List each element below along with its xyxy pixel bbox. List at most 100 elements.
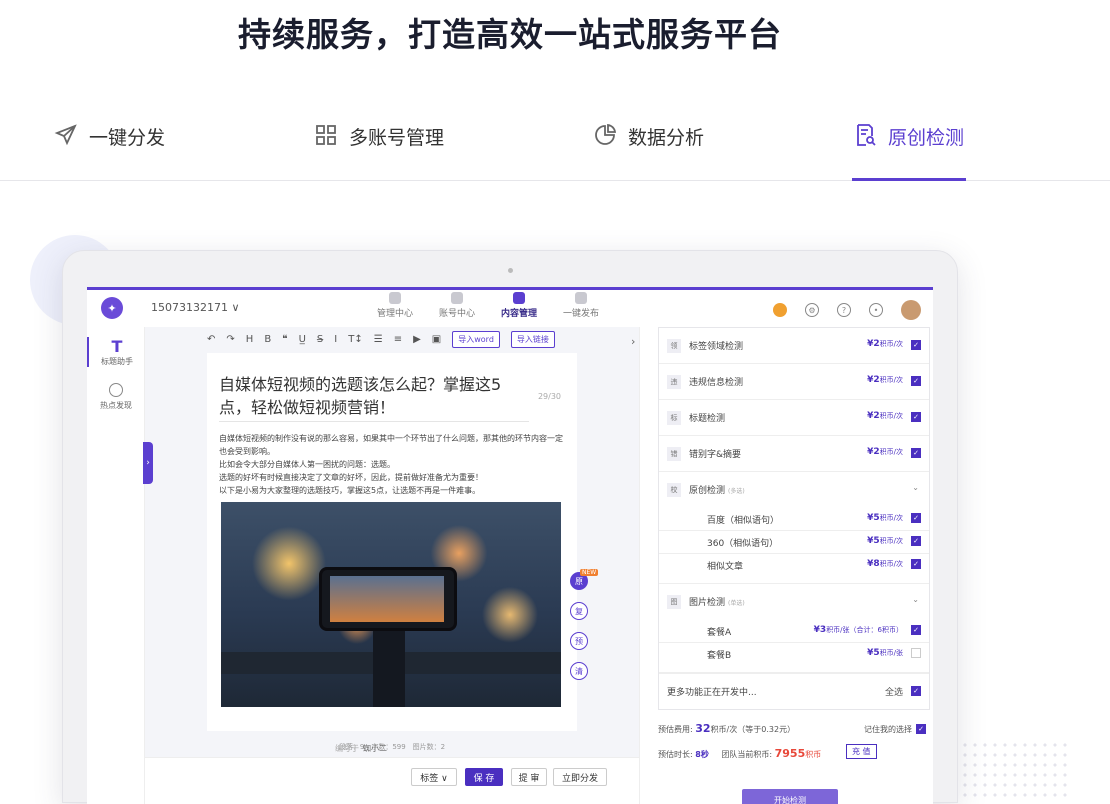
original-option[interactable]: 360（相似语句） ¥5积币/次 ✓	[659, 531, 929, 554]
image-option[interactable]: 套餐A ¥3积币/张（合计：6积币） ✓	[659, 620, 929, 643]
nav-one-click-publish[interactable]: 一键发布	[563, 292, 599, 319]
new-badge: NEW	[580, 569, 599, 576]
preview-button[interactable]: 预	[570, 632, 588, 650]
laptop-mockup: ✦ 15073132171 ∨ 管理中心 账号中心 内容管理 一键发布 ⚙ ? …	[62, 250, 958, 804]
start-check-button[interactable]: 开始检测	[742, 789, 838, 804]
coin-icon[interactable]	[773, 303, 787, 317]
tab-multi-account[interactable]: 多账号管理	[313, 118, 444, 181]
checkbox[interactable]: ✓	[911, 559, 921, 569]
app-screen: ✦ 15073132171 ∨ 管理中心 账号中心 内容管理 一键发布 ⚙ ? …	[87, 287, 933, 804]
checkbox[interactable]: ✓	[911, 625, 921, 635]
check-row[interactable]: 违违规信息检测 ¥2积币/次 ✓	[659, 364, 929, 400]
article-body[interactable]: 自媒体短视频的制作没有说的那么容易，如果其中一个环节出了什么问题，那其他的环节内…	[219, 432, 564, 497]
detection-panel: 领标签领域检测 ¥2积币/次 ✓ 违违规信息检测 ¥2积币/次 ✓ 标标题检测 ¥2积币/…	[639, 327, 933, 804]
undo-icon[interactable]: ↶	[207, 334, 215, 345]
cost-estimate: 预估费用: 32积币/次（等于0.32元） 记住我的选择 ✓	[658, 722, 930, 735]
title-char-count: 29/30	[537, 392, 561, 401]
image-check-header[interactable]: 图图片检测 (单选) ⌄	[659, 584, 929, 620]
pie-chart-icon	[592, 122, 618, 148]
chevron-down-icon[interactable]: ⌄	[912, 595, 919, 604]
editor-side-tools: 原 复 预 清	[570, 572, 588, 680]
submit-review-button[interactable]: 提 审	[511, 768, 547, 786]
import-word-button[interactable]: 导入word	[452, 331, 500, 348]
checkbox[interactable]: ✓	[911, 513, 921, 523]
image-icon[interactable]: ▣	[432, 334, 441, 345]
check-type-icon: 标	[667, 411, 681, 425]
app-nav: 管理中心 账号中心 内容管理 一键发布	[377, 292, 599, 319]
document-search-icon	[852, 122, 878, 148]
quote-icon[interactable]: ❝	[282, 334, 287, 345]
article-title-input[interactable]: 自媒体短视频的选题该怎么起？掌握这5点，轻松做短视频营销！	[219, 373, 519, 419]
tab-data-analysis[interactable]: 数据分析	[592, 118, 704, 181]
author-line: 编写于 蜘小二	[335, 744, 387, 753]
nav-content-management[interactable]: 内容管理	[501, 292, 537, 319]
chevron-right-icon[interactable]: ›	[631, 335, 635, 348]
underline-icon[interactable]: U̲	[299, 334, 306, 345]
camera-dot	[508, 268, 513, 273]
tab-one-click-distribute[interactable]: 一键分发	[53, 118, 165, 181]
publish-now-button[interactable]: 立即分发	[553, 768, 607, 786]
remember-choice[interactable]: 记住我的选择	[864, 724, 912, 735]
checkbox[interactable]	[911, 648, 921, 658]
checkbox[interactable]: ✓	[911, 376, 921, 386]
tab-label: 一键分发	[89, 127, 166, 149]
article-editor: 自媒体短视频的选题该怎么起？掌握这5点，轻松做短视频营销！ 29/30 自媒体短…	[207, 353, 577, 751]
check-row[interactable]: 标标题检测 ¥2积币/次 ✓	[659, 400, 929, 436]
remember-checkbox[interactable]: ✓	[916, 724, 926, 734]
bold-icon[interactable]: B	[264, 334, 271, 345]
title-divider	[219, 421, 529, 422]
article-stats: 段落：9 字数：599 图片数：2	[338, 743, 446, 751]
tag-dropdown[interactable]: 标签 ∨	[411, 768, 457, 786]
video-icon[interactable]: ▶	[413, 334, 421, 345]
nav-account-center[interactable]: 账号中心	[439, 292, 475, 319]
header-actions: ⚙ ? •	[773, 300, 921, 320]
title-assistant[interactable]: T 标题助手	[87, 337, 145, 367]
strikethrough-icon[interactable]: S̶	[317, 334, 323, 345]
text-size-icon[interactable]: T↕	[348, 334, 363, 345]
check-type-icon: 违	[667, 375, 681, 389]
tab-original-check[interactable]: 原创检测	[852, 118, 966, 181]
compass-icon	[109, 383, 123, 397]
original-check-header[interactable]: 校原创检测 (多选) ⌄	[659, 472, 929, 508]
image-option[interactable]: 套餐B ¥5积币/张	[659, 643, 929, 673]
original-option[interactable]: 相似文章 ¥8积币/次 ✓	[659, 554, 929, 584]
check-row[interactable]: 领标签领域检测 ¥2积币/次 ✓	[659, 328, 929, 364]
align-icon[interactable]: ≡	[394, 334, 402, 345]
account-switcher[interactable]: 15073132171 ∨	[151, 301, 240, 314]
photo-phone	[319, 567, 457, 631]
list-icon[interactable]: ☰	[374, 334, 383, 345]
recharge-button[interactable]: 充 值	[846, 744, 877, 759]
chevron-down-icon[interactable]: ⌄	[912, 483, 919, 492]
clear-button[interactable]: 清	[570, 662, 588, 680]
checkbox[interactable]: ✓	[911, 412, 921, 422]
nav-management-center[interactable]: 管理中心	[377, 292, 413, 319]
help-icon[interactable]: ?	[837, 303, 851, 317]
avatar[interactable]	[901, 300, 921, 320]
nav-icon	[513, 292, 526, 304]
select-all-row[interactable]: 更多功能正在开发中... 全选 ✓	[659, 673, 929, 709]
heading-icon[interactable]: H	[246, 334, 254, 345]
editor-toolbar: ↶ ↷ H B ❝ U̲ S̶ I T↕ ☰ ≡ ▶ ▣ 导入word 导入链接	[207, 331, 555, 348]
hot-topics[interactable]: 热点发现	[87, 383, 145, 411]
checkbox[interactable]: ✓	[911, 536, 921, 546]
redo-icon[interactable]: ↷	[226, 334, 234, 345]
original-option[interactable]: 百度（相似语句） ¥5积币/次 ✓	[659, 508, 929, 531]
plugin-icon[interactable]: ⚙	[805, 303, 819, 317]
tab-label: 原创检测	[888, 127, 965, 149]
nav-icon	[389, 292, 401, 304]
app-logo: ✦	[101, 297, 123, 319]
check-type-icon: 图	[667, 595, 681, 609]
select-all-checkbox[interactable]: ✓	[911, 686, 921, 696]
save-button[interactable]: 保 存	[465, 768, 503, 786]
check-list: 领标签领域检测 ¥2积币/次 ✓ 违违规信息检测 ¥2积币/次 ✓ 标标题检测 ¥2积币/…	[658, 327, 930, 710]
checkbox[interactable]: ✓	[911, 340, 921, 350]
bell-icon[interactable]: •	[869, 303, 883, 317]
italic-icon[interactable]: I	[334, 334, 337, 345]
check-row[interactable]: 错错别字&摘要 ¥2积币/次 ✓	[659, 436, 929, 472]
grid-icon	[313, 122, 339, 148]
copy-button[interactable]: 复	[570, 602, 588, 620]
expand-panel-button[interactable]: ›	[143, 442, 153, 484]
nav-icon	[575, 292, 588, 304]
checkbox[interactable]: ✓	[911, 448, 921, 458]
import-link-button[interactable]: 导入链接	[510, 331, 555, 348]
